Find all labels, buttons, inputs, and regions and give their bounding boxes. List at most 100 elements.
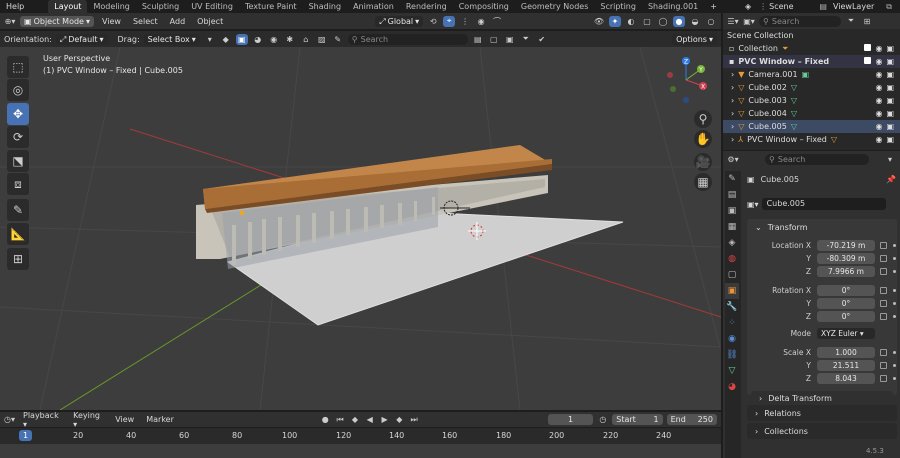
add-workspace-button[interactable]: +: [704, 0, 723, 13]
proportional-falloff-icon[interactable]: ⌒: [491, 16, 503, 27]
menu-add[interactable]: Add: [166, 17, 190, 26]
scale-x-field[interactable]: 1.000: [817, 347, 875, 358]
filter-light-icon[interactable]: ✱: [284, 34, 296, 45]
properties-editor-icon[interactable]: ⚙▾: [727, 154, 739, 165]
outliner-item-cube-004[interactable]: › ▽ Cube.004 ▽ ◉ ▣: [723, 107, 900, 120]
lock-icon[interactable]: [880, 268, 887, 275]
lock-icon[interactable]: [880, 242, 887, 249]
tab-modeling[interactable]: Modeling: [87, 0, 135, 13]
lock-icon[interactable]: [880, 362, 887, 369]
keyframe-dot-icon[interactable]: [893, 315, 896, 318]
keyframe-dot-icon[interactable]: [893, 364, 896, 367]
render-camera-icon[interactable]: ▣: [886, 44, 894, 53]
tab-shading[interactable]: Shading: [303, 0, 348, 13]
eye-icon[interactable]: ◉: [875, 70, 882, 79]
filter-bone-icon[interactable]: ✎: [332, 34, 344, 45]
filter-image-icon[interactable]: ▨: [316, 34, 328, 45]
scale-y-field[interactable]: 21.511: [817, 360, 875, 371]
object-tab-icon[interactable]: ▣: [725, 283, 739, 299]
outliner-item-cube-002[interactable]: › ▽ Cube.002 ▽ ◉ ▣: [723, 81, 900, 94]
scale-z-field[interactable]: 8.043: [817, 373, 875, 384]
jump-end-icon[interactable]: ⏭: [409, 414, 420, 425]
snap-icon[interactable]: ⌖: [443, 15, 456, 27]
outliner-item-camera-001[interactable]: › ▼ Camera.001 ▣ ◉ ▣: [723, 68, 900, 81]
xray-icon[interactable]: ▢: [641, 16, 653, 27]
menu-playback[interactable]: Playback ▾: [19, 411, 65, 429]
keyframe-dot-icon[interactable]: [893, 377, 896, 380]
restrict-icon[interactable]: ▢: [488, 34, 500, 45]
delta-transform-panel[interactable]: › Delta Transform: [751, 391, 893, 406]
tab-uv-editing[interactable]: UV Editing: [185, 0, 239, 13]
tab-animation[interactable]: Animation: [347, 0, 400, 13]
timeline-tracks[interactable]: [0, 444, 721, 458]
overlay-icon[interactable]: ◐: [625, 16, 637, 27]
filter-mesh-icon[interactable]: ◆: [220, 34, 232, 45]
scene-tab-icon[interactable]: ◈: [725, 235, 739, 251]
material-tab-icon[interactable]: ◕: [725, 379, 739, 395]
filter-sphere-icon[interactable]: ◕: [252, 34, 264, 45]
view-layer-selector[interactable]: ViewLayer: [833, 0, 880, 13]
eye-icon[interactable]: ◉: [875, 83, 882, 92]
funnel-filter-icon[interactable]: ⏷: [520, 34, 532, 45]
orientation-selector[interactable]: ⤢ Default ▾: [55, 33, 108, 45]
next-keyframe-icon[interactable]: ◆: [394, 414, 405, 425]
timeline-editor-icon[interactable]: ◷▾: [4, 414, 15, 425]
render-tab-icon[interactable]: ▤: [725, 187, 739, 203]
include-checkbox[interactable]: [864, 44, 872, 51]
render-camera-icon[interactable]: ▣: [886, 70, 894, 79]
include-checkbox[interactable]: [864, 57, 872, 64]
collections-panel[interactable]: › Collections: [747, 423, 897, 439]
cursor-tool-icon[interactable]: ◎: [7, 79, 29, 101]
render-camera-icon[interactable]: ▣: [886, 57, 894, 66]
check-icon[interactable]: ✔: [536, 34, 548, 45]
filter-object-icon[interactable]: ▣: [235, 33, 248, 45]
keyframe-dot-icon[interactable]: [893, 351, 896, 354]
visibility-icon[interactable]: 👁: [593, 16, 605, 27]
pivot-icon[interactable]: ⟲: [427, 16, 439, 27]
annotate-tool-icon[interactable]: ✎: [7, 199, 29, 221]
location-y-field[interactable]: -80.309 m: [817, 253, 875, 264]
proportional-edit-icon[interactable]: ◉: [475, 16, 487, 27]
keyframe-dot-icon[interactable]: [893, 302, 896, 305]
keyframe-dot-icon[interactable]: [893, 244, 896, 247]
transform-orientation[interactable]: ⤢ Global ▾: [375, 15, 424, 27]
lock-icon[interactable]: [880, 313, 887, 320]
world-tab-icon[interactable]: ◍: [725, 251, 739, 267]
menu-keying[interactable]: Keying ▾: [69, 411, 107, 429]
render-camera-icon[interactable]: ▣: [886, 135, 894, 144]
play-icon[interactable]: ▶: [379, 414, 390, 425]
tool-search-field[interactable]: ⚲ Search: [347, 33, 468, 45]
relations-panel[interactable]: › Relations: [747, 405, 897, 421]
render-camera-icon[interactable]: ▣: [886, 96, 894, 105]
particles-tab-icon[interactable]: ⁘: [725, 315, 739, 331]
tab-geometry-nodes[interactable]: Geometry Nodes: [515, 0, 594, 13]
eye-icon[interactable]: ◉: [875, 122, 882, 131]
gizmo-toggle-icon[interactable]: ✦: [609, 15, 621, 27]
rendered-shading-icon[interactable]: ○: [705, 16, 717, 27]
keyframe-dot-icon[interactable]: [893, 289, 896, 292]
outliner-filter-icon[interactable]: ⏷: [845, 16, 857, 27]
outliner-item-pvc-window-fixed[interactable]: ▪ PVC Window – Fixed ◉ ▣: [723, 55, 900, 68]
outliner-item-pvc-window-fixed-object[interactable]: › ⅄ PVC Window – Fixed ▽ ◉ ▣: [723, 133, 900, 146]
lock-icon[interactable]: [880, 375, 887, 382]
jump-start-icon[interactable]: ⏮: [335, 414, 346, 425]
menu-object[interactable]: Object: [193, 17, 227, 26]
zoom-icon[interactable]: ⚲: [694, 110, 712, 128]
filter-dropdown-icon[interactable]: ▾: [204, 34, 216, 45]
measure-tool-icon[interactable]: 📐: [7, 223, 29, 245]
render-camera-icon[interactable]: ▣: [886, 83, 894, 92]
wireframe-shading-icon[interactable]: ◯: [657, 16, 669, 27]
record-icon[interactable]: ●: [320, 414, 331, 425]
lock-icon[interactable]: [880, 349, 887, 356]
transform-tool-icon[interactable]: ⧈: [7, 173, 29, 195]
view-layer-tab-icon[interactable]: ▦: [725, 219, 739, 235]
tab-sculpting[interactable]: Sculpting: [136, 0, 185, 13]
outliner-editor-icon[interactable]: ☰▾: [727, 16, 739, 27]
lock-icon[interactable]: [880, 287, 887, 294]
outliner-item-cube-005[interactable]: › ▽ Cube.005 ▽ ◉ ▣: [723, 120, 900, 133]
ortho-grid-icon[interactable]: ▦: [694, 173, 712, 191]
tab-rendering[interactable]: Rendering: [400, 0, 453, 13]
transform-panel-header[interactable]: ⌄ Transform: [747, 219, 897, 235]
render-camera-icon[interactable]: ▣: [886, 122, 894, 131]
snap-target-icon[interactable]: ⋮: [459, 16, 471, 27]
